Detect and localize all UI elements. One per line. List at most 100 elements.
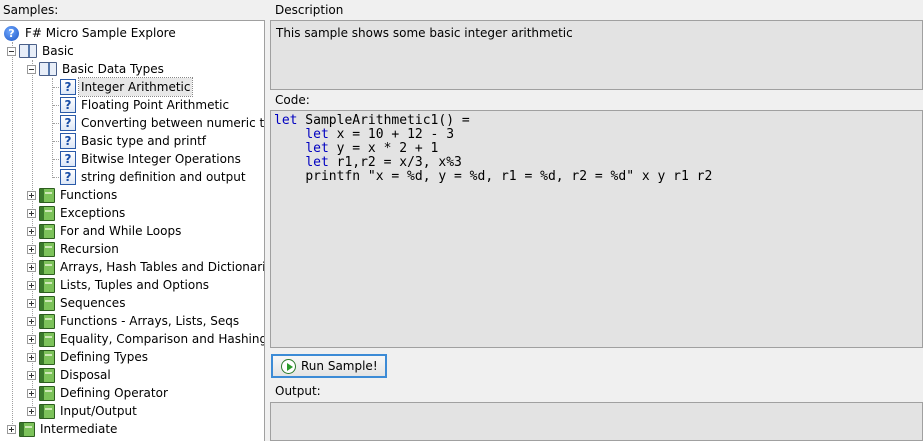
book-icon [39,259,55,275]
tree-item-label: Intermediate [40,422,118,436]
tree-item-label: Converting between numeric typ [81,116,265,130]
tree-connector [53,159,59,160]
tree-item-integer-arithmetic[interactable]: ? Integer Arithmetic [60,77,194,97]
tree-item-label: Integer Arithmetic [77,77,194,97]
tree-item-functions-arrays[interactable]: Functions - Arrays, Lists, Seqs [27,312,241,330]
code-line: printfn "x = %d, y = %d, r1 = %d, r2 = %… [274,170,919,184]
tree-item-sequences[interactable]: Sequences [27,294,127,312]
help-page-icon: ? [60,169,76,185]
description-label: Description [275,3,344,17]
expand-toggle[interactable] [27,406,36,416]
expand-toggle[interactable] [27,262,36,272]
book-icon [19,421,35,437]
expand-toggle[interactable] [27,316,36,326]
collapse-toggle[interactable] [27,64,36,74]
tree-item-label: Functions - Arrays, Lists, Seqs [60,314,240,328]
code-text: x = 10 + 12 - 3 [328,127,455,142]
expand-toggle[interactable] [27,226,36,236]
code-text: printfn "x = %d, y = %d, r1 = %d, r2 = %… [305,169,713,184]
tree-item-label: For and While Loops [60,224,182,238]
tree-item-intermediate[interactable]: Intermediate [7,420,119,438]
tree-item-label: Basic [42,44,74,58]
tree-item-converting-numeric[interactable]: ? Converting between numeric typ [60,114,265,132]
tree-connector [53,105,59,106]
tree-item-label: Input/Output [60,404,137,418]
tree-item-defining-operator[interactable]: Defining Operator [27,384,170,402]
tree-item-recursion[interactable]: Recursion [27,240,121,258]
tree-connector [53,141,59,142]
description-box[interactable]: This sample shows some basic integer ari… [270,20,923,90]
tree-item-equality[interactable]: Equality, Comparison and Hashing [27,330,264,348]
tree-item-label: Defining Types [60,350,148,364]
output-label: Output: [275,384,321,398]
tree-item-label: Bitwise Integer Operations [81,152,241,166]
tree-item-arrays-hash[interactable]: Arrays, Hash Tables and Dictionarie [27,258,265,276]
tree-connector [53,123,59,124]
tree-item-loops[interactable]: For and While Loops [27,222,183,240]
expand-toggle[interactable] [27,280,36,290]
expand-toggle[interactable] [27,388,36,398]
help-page-icon: ? [60,115,76,131]
code-line: let SampleArithmetic1() = [274,114,919,128]
book-icon [39,331,55,347]
tree-item-input-output[interactable]: Input/Output [27,402,139,420]
book-icon [39,187,55,203]
tree-item-label: Basic Data Types [62,62,164,76]
expand-toggle[interactable] [27,334,36,344]
code-keyword: let [274,113,298,128]
tree-item-label: Recursion [60,242,119,256]
code-line: let x = 10 + 12 - 3 [274,128,919,142]
tree-item-basic-data-types[interactable]: Basic Data Types [27,60,166,78]
tree-item-basic[interactable]: Basic [7,42,76,60]
run-sample-button[interactable]: Run Sample! [271,354,387,378]
run-sample-label: Run Sample! [301,359,378,373]
code-keyword: let [305,155,329,170]
code-text: SampleArithmetic1() = [297,113,470,128]
help-page-icon: ? [60,97,76,113]
tree-item-label: Exceptions [60,206,126,220]
tree-item-label: Sequences [60,296,126,310]
tree-item-floating-point[interactable]: ? Floating Point Arithmetic [60,96,231,114]
tree-connector [53,87,59,88]
code-line: let r1,r2 = x/3, x%3 [274,156,919,170]
tree-connector [52,78,53,178]
expand-toggle[interactable] [27,370,36,380]
samples-tree[interactable]: ? F# Micro Sample Explore Basic Basic Da… [0,20,265,441]
expand-toggle[interactable] [27,190,36,200]
tree-root[interactable]: ? F# Micro Sample Explore [4,24,178,42]
tree-item-functions[interactable]: Functions [27,186,119,204]
book-icon [39,403,55,419]
expand-toggle[interactable] [27,208,36,218]
book-icon [39,241,55,257]
code-line: let y = x * 2 + 1 [274,142,919,156]
book-icon [39,205,55,221]
book-icon [39,349,55,365]
samples-label: Samples: [3,3,59,17]
tree-item-basic-type-printf[interactable]: ? Basic type and printf [60,132,208,150]
tree-item-string-definition[interactable]: ? string definition and output [60,168,248,186]
tree-item-lists-tuples[interactable]: Lists, Tuples and Options [27,276,211,294]
tree-item-label: Lists, Tuples and Options [60,278,210,292]
book-icon [39,367,55,383]
tree-item-label: Basic type and printf [81,134,207,148]
code-keyword: let [305,127,329,142]
tree-item-label: Disposal [60,368,111,382]
expand-toggle[interactable] [7,424,16,434]
code-editor[interactable]: let SampleArithmetic1() = let x = 10 + 1… [270,110,923,348]
collapse-toggle[interactable] [7,46,16,56]
tree-item-exceptions[interactable]: Exceptions [27,204,127,222]
tree-item-label: Defining Operator [60,386,168,400]
tree-item-disposal[interactable]: Disposal [27,366,113,384]
tree-item-defining-types[interactable]: Defining Types [27,348,150,366]
expand-toggle[interactable] [27,352,36,362]
tree-item-label: Arrays, Hash Tables and Dictionarie [60,260,265,274]
expand-toggle[interactable] [27,244,36,254]
tree-item-label: Floating Point Arithmetic [81,98,230,112]
expand-toggle[interactable] [27,298,36,308]
book-icon [39,295,55,311]
output-box[interactable] [270,402,923,441]
help-page-icon: ? [60,133,76,149]
tree-item-bitwise-integer[interactable]: ? Bitwise Integer Operations [60,150,243,168]
book-icon [39,277,55,293]
description-text: This sample shows some basic integer ari… [276,26,573,40]
